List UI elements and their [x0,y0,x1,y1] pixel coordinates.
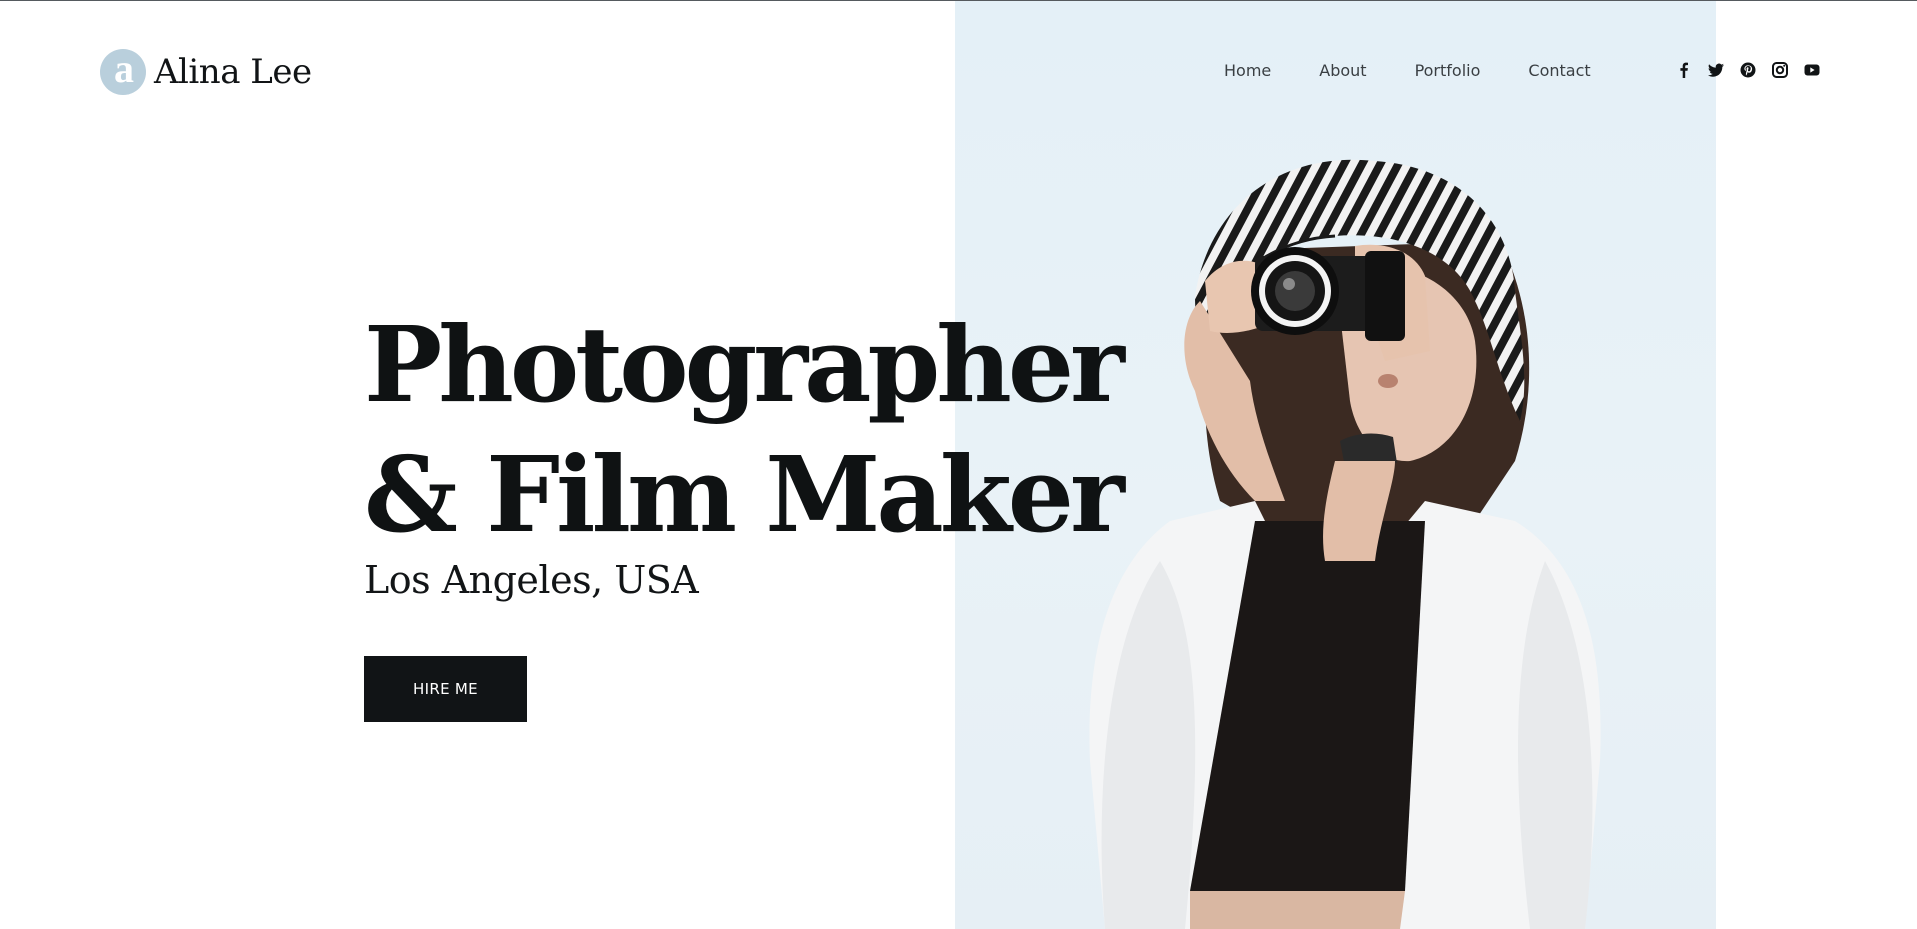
twitter-icon[interactable] [1707,61,1725,79]
hero-title-line-1: Photographer [364,303,1125,426]
hero-title: Photographer & Film Maker [364,300,1125,560]
hero-title-line-2: & Film Maker [364,433,1125,556]
youtube-icon[interactable] [1803,61,1821,79]
brand[interactable]: a Alina Lee [100,48,312,96]
hero-location: Los Angeles, USA [364,558,699,602]
logo-mark: a [100,49,146,95]
instagram-icon[interactable] [1771,61,1789,79]
facebook-icon[interactable] [1675,61,1693,79]
nav-item-home[interactable]: Home [1224,58,1271,84]
pinterest-icon[interactable] [1739,61,1757,79]
brand-name: Alina Lee [154,52,312,92]
hire-me-button[interactable]: HIRE ME [364,656,527,722]
nav-item-contact[interactable]: Contact [1528,58,1590,84]
nav-item-portfolio[interactable]: Portfolio [1415,58,1481,84]
logo-glyph: a [114,46,134,91]
main-nav: Home About Portfolio Contact [1224,58,1591,84]
social-links [1675,61,1821,79]
nav-item-about[interactable]: About [1319,58,1366,84]
